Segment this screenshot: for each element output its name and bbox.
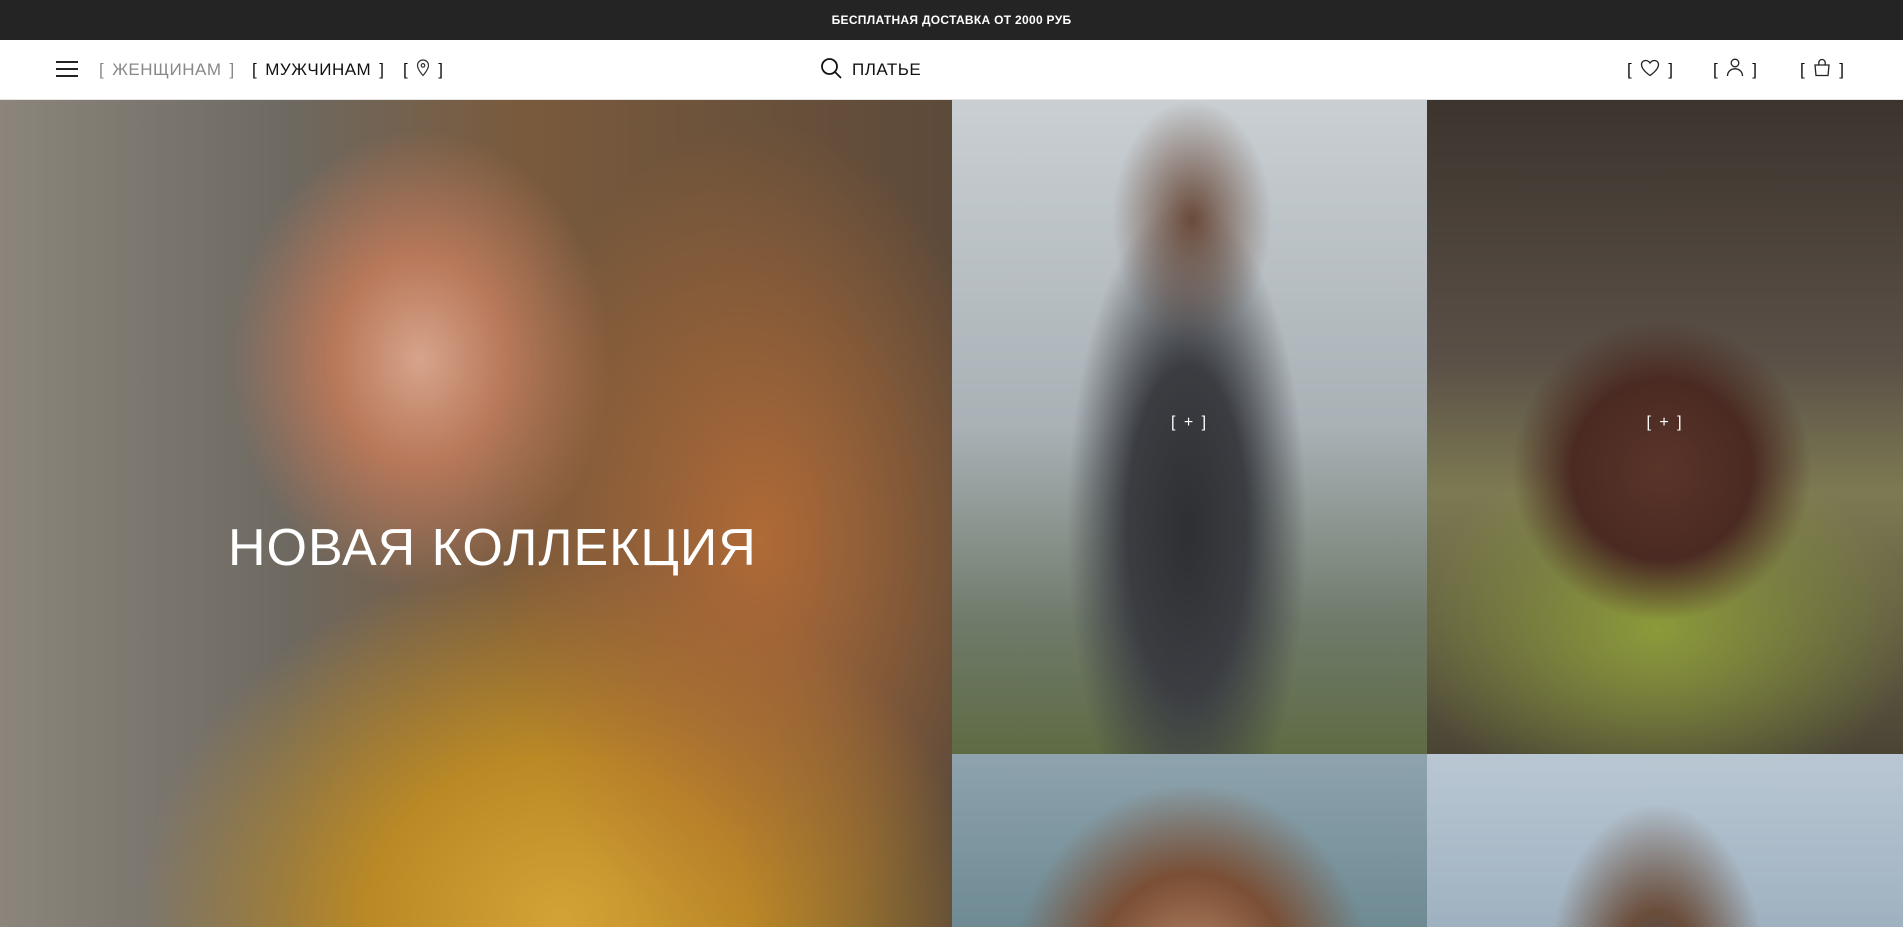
bracket-open: [ — [99, 60, 105, 79]
nav-women[interactable]: [ ЖЕНЩИНАМ ] — [99, 57, 235, 83]
product-tile-denim[interactable] — [1427, 754, 1903, 927]
search-bar[interactable]: ПЛАТЬЕ — [820, 56, 921, 84]
bag-icon — [1813, 58, 1831, 82]
bracket-open: [ — [403, 60, 409, 79]
nav-men[interactable]: [ МУЖЧИНАМ ] — [252, 57, 384, 83]
quick-add-button[interactable]: [ + ] — [1171, 414, 1208, 432]
bracket-open: [ — [1800, 60, 1806, 79]
hero-title[interactable]: НОВАЯ КОЛЛЕКЦИЯ — [228, 518, 757, 578]
site-header: [ ЖЕНЩИНАМ ] [ МУЖЧИНАМ ] [ ] ПЛАТЬЕ [ ]… — [0, 40, 1903, 100]
nav-men-label: МУЖЧИНАМ — [265, 60, 372, 79]
map-pin-icon — [416, 58, 430, 82]
bracket-close: ] — [1752, 60, 1758, 79]
bracket-open: [ — [1627, 60, 1633, 79]
bracket-close: ] — [229, 60, 235, 79]
product-tile-plaid-dress[interactable]: [ + ] — [952, 100, 1427, 754]
bracket-open: [ — [1713, 60, 1719, 79]
nav-store-locator[interactable]: [ ] — [403, 57, 443, 83]
wishlist-button[interactable]: [ ] — [1627, 57, 1673, 83]
bracket-open: [ — [252, 60, 258, 79]
bracket-close: ] — [438, 60, 444, 79]
search-query[interactable]: ПЛАТЬЕ — [852, 60, 921, 80]
product-tile-leather-bag[interactable]: [ + ] — [1427, 100, 1903, 754]
product-tile-portrait[interactable] — [952, 754, 1427, 927]
bracket-close: ] — [1839, 60, 1845, 79]
promo-bar: БЕСПЛАТНАЯ ДОСТАВКА ОТ 2000 РУБ — [0, 0, 1903, 40]
bracket-close: ] — [1668, 60, 1674, 79]
hero-banner[interactable]: НОВАЯ КОЛЛЕКЦИЯ — [0, 100, 952, 927]
cart-button[interactable]: [ ] — [1800, 57, 1844, 83]
promo-text: БЕСПЛАТНАЯ ДОСТАВКА ОТ 2000 РУБ — [831, 13, 1072, 27]
user-icon — [1726, 58, 1744, 82]
quick-add-button[interactable]: [ + ] — [1646, 414, 1683, 432]
bracket-close: ] — [379, 60, 385, 79]
account-button[interactable]: [ ] — [1713, 57, 1757, 83]
menu-icon[interactable] — [56, 59, 78, 79]
search-icon — [820, 57, 842, 84]
nav-women-label: ЖЕНЩИНАМ — [112, 60, 222, 79]
heart-icon — [1640, 59, 1660, 82]
